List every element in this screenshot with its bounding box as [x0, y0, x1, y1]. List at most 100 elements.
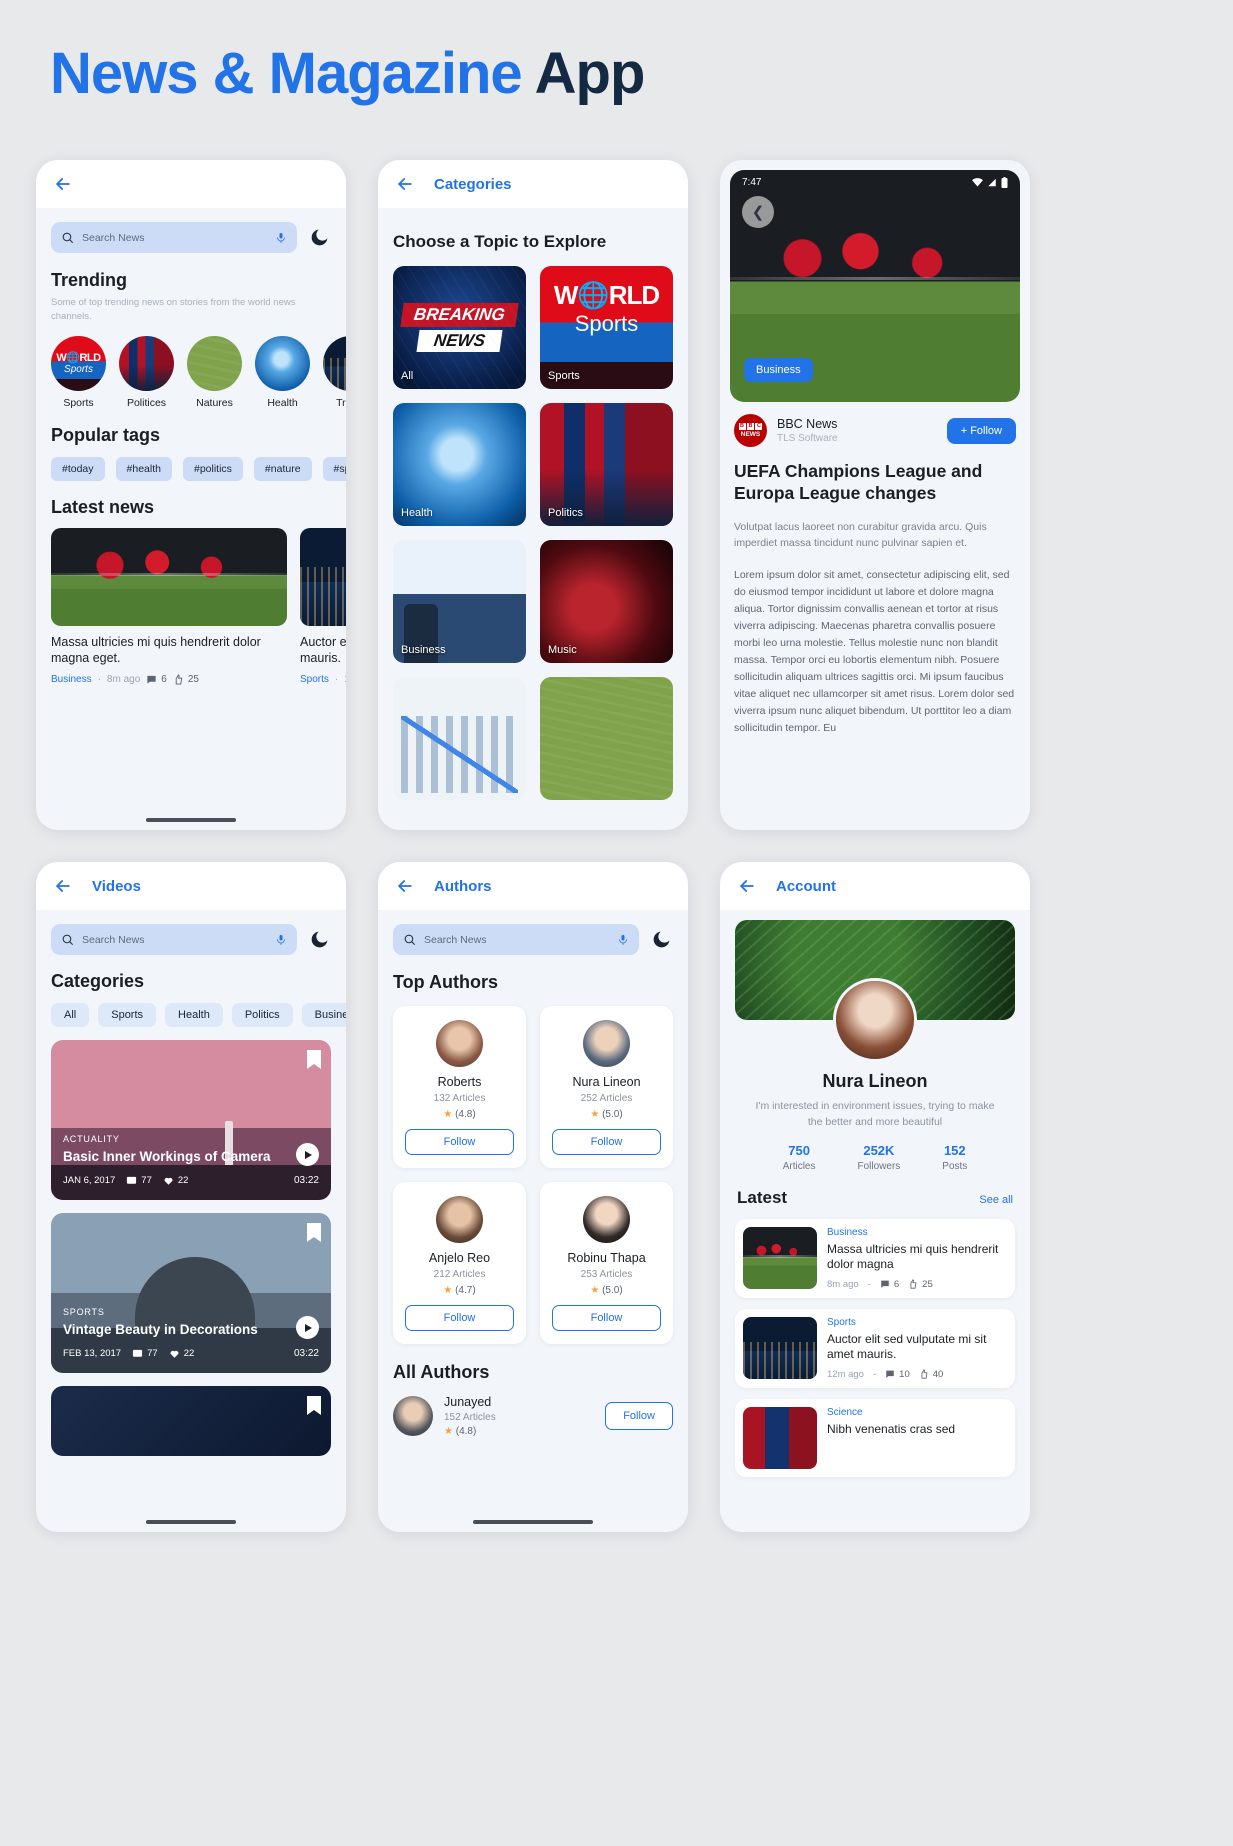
video-date: FEB 13, 2017: [63, 1348, 122, 1359]
author-card[interactable]: Nura Lineon 252 Articles ★ (5.0) Follow: [540, 1006, 673, 1168]
latest-category[interactable]: Science: [827, 1407, 1007, 1418]
latest-list-item[interactable]: Sports Auctor elit sed vulputate mi sit …: [735, 1308, 1015, 1388]
author-card[interactable]: Roberts 132 Articles ★ (4.8) Follow: [393, 1006, 526, 1168]
search-input[interactable]: Search News: [51, 222, 297, 253]
screen-videos: Videos Search News Categories All Sports…: [36, 862, 346, 1532]
trending-item-travel[interactable]: Travel: [323, 335, 346, 409]
news-card[interactable]: Auctor elit sed vulputate mi sit amet ma…: [300, 527, 346, 685]
author-name: Junayed: [444, 1395, 492, 1409]
play-icon[interactable]: [296, 1316, 319, 1339]
tag-chip[interactable]: #nature: [253, 456, 312, 481]
back-icon[interactable]: [52, 875, 74, 897]
author-list-item[interactable]: Junayed 152 Articles ★ (4.8) Follow: [393, 1395, 673, 1437]
category-tile-business[interactable]: Business: [393, 540, 526, 663]
follow-button[interactable]: Follow: [605, 1402, 673, 1430]
latest-time: 8m ago: [827, 1278, 859, 1290]
back-icon[interactable]: [52, 173, 74, 195]
back-icon[interactable]: [736, 875, 758, 897]
author-rating: ★ (5.0): [552, 1285, 661, 1296]
mic-icon[interactable]: [617, 933, 629, 947]
back-icon[interactable]: [394, 173, 416, 195]
category-tile-music[interactable]: Music: [540, 540, 673, 663]
dark-mode-toggle[interactable]: [651, 929, 673, 951]
trending-item-politics[interactable]: Politices: [119, 335, 174, 409]
bookmark-icon[interactable]: [307, 1396, 321, 1415]
category-tile-politics[interactable]: Politics: [540, 403, 673, 526]
latest-thumbnail: [743, 1406, 817, 1469]
tag-chip[interactable]: #health: [115, 456, 172, 481]
latest-list-item[interactable]: Science Nibh venenatis cras sed: [735, 1398, 1015, 1477]
search-input[interactable]: Search News: [51, 924, 297, 955]
category-tile-all[interactable]: BREAKING NEWS All: [393, 266, 526, 389]
news-category[interactable]: Sports: [300, 674, 329, 685]
latest-news-list: Massa ultricies mi quis hendrerit dolor …: [51, 527, 346, 685]
tag-chip[interactable]: #today: [51, 456, 105, 481]
views-icon: [133, 1349, 143, 1357]
trending-item-natures[interactable]: Natures: [187, 335, 242, 409]
trending-item-sports[interactable]: W🌐RLD Sports Sports: [51, 335, 106, 409]
news-title: Massa ultricies mi quis hendrerit dolor …: [51, 634, 261, 666]
chip-business[interactable]: Busines: [301, 1003, 346, 1027]
article-category-badge[interactable]: Business: [744, 358, 813, 382]
news-category[interactable]: Business: [51, 674, 92, 685]
category-tile-finance[interactable]: [393, 677, 526, 800]
video-card[interactable]: [51, 1386, 331, 1456]
video-card[interactable]: SPORTS Vintage Beauty in Decorations FEB…: [51, 1213, 331, 1373]
latest-body: Science Nibh venenatis cras sed: [827, 1407, 1007, 1469]
author-card[interactable]: Robinu Thapa 253 Articles ★ (5.0) Follow: [540, 1182, 673, 1344]
chip-health[interactable]: Health: [165, 1003, 223, 1027]
chip-politics[interactable]: Politics: [231, 1003, 293, 1027]
avatar[interactable]: [833, 978, 917, 1062]
hero-back-icon[interactable]: ❮: [742, 196, 774, 228]
video-card[interactable]: ACTUALITY Basic Inner Workings of Camera…: [51, 1040, 331, 1200]
status-time: 7:47: [742, 176, 762, 188]
latest-title-text: Auctor elit sed vulputate mi sit amet ma…: [827, 1331, 987, 1362]
follow-button[interactable]: Follow: [405, 1305, 514, 1331]
news-title: Auctor elit sed vulputate mi sit amet ma…: [300, 634, 346, 666]
author-card[interactable]: Anjelo Reo 212 Articles ★ (4.7) Follow: [393, 1182, 526, 1344]
category-tile-sports[interactable]: W🌐RLD Sports Sports: [540, 266, 673, 389]
category-tile-health[interactable]: Health: [393, 403, 526, 526]
latest-dash: -: [872, 1368, 877, 1380]
mic-icon[interactable]: [275, 933, 287, 947]
back-icon[interactable]: [394, 875, 416, 897]
stat-articles[interactable]: 750 Articles: [783, 1143, 816, 1172]
author-article-count: 253 Articles: [580, 1269, 633, 1280]
chip-sports[interactable]: Sports: [98, 1003, 157, 1027]
trending-item-health[interactable]: Health: [255, 335, 310, 409]
dark-mode-toggle[interactable]: [309, 929, 331, 951]
latest-category[interactable]: Sports: [827, 1317, 1007, 1328]
news-card[interactable]: Massa ultricies mi quis hendrerit dolor …: [51, 527, 287, 685]
chip-all[interactable]: All: [51, 1003, 90, 1027]
videos-chip-row: All Sports Health Politics Busines: [51, 1003, 346, 1027]
thumbs-up-icon: [921, 1369, 928, 1379]
latest-category[interactable]: Business: [827, 1227, 1007, 1238]
news-meta: Business · 8m ago 6 25: [51, 674, 287, 685]
profile-stats: 750 Articles 252K Followers 152 Posts: [720, 1143, 1030, 1172]
play-icon[interactable]: [296, 1143, 319, 1166]
search-placeholder: Search News: [82, 231, 145, 244]
follow-button[interactable]: Follow: [405, 1129, 514, 1155]
author-article-count: 252 Articles: [580, 1093, 633, 1104]
follow-button[interactable]: Follow: [552, 1305, 661, 1331]
signal-icon: [988, 178, 996, 186]
see-all-link[interactable]: See all: [979, 1194, 1013, 1206]
latest-title-text: Massa ultricies mi quis hendrerit dolor …: [827, 1241, 999, 1272]
stat-posts[interactable]: 152 Posts: [942, 1143, 967, 1172]
publisher-name: BBC News: [777, 417, 838, 431]
follow-button[interactable]: Follow: [552, 1129, 661, 1155]
search-input[interactable]: Search News: [393, 924, 639, 955]
bookmark-icon[interactable]: [307, 1223, 321, 1242]
dark-mode-toggle[interactable]: [309, 227, 331, 249]
latest-dash: -: [867, 1278, 871, 1290]
trending-avatar: [255, 335, 310, 391]
mic-icon[interactable]: [275, 231, 287, 245]
tag-chip[interactable]: #sp: [322, 456, 346, 481]
stat-followers[interactable]: 252K Followers: [857, 1143, 900, 1172]
follow-button[interactable]: + Follow: [946, 417, 1016, 444]
rating-value: (5.0): [602, 1109, 623, 1120]
category-tile-nature[interactable]: [540, 677, 673, 800]
bookmark-icon[interactable]: [307, 1050, 321, 1069]
tag-chip[interactable]: #politics: [182, 456, 243, 481]
latest-list-item[interactable]: Business Massa ultricies mi quis hendrer…: [735, 1218, 1015, 1298]
